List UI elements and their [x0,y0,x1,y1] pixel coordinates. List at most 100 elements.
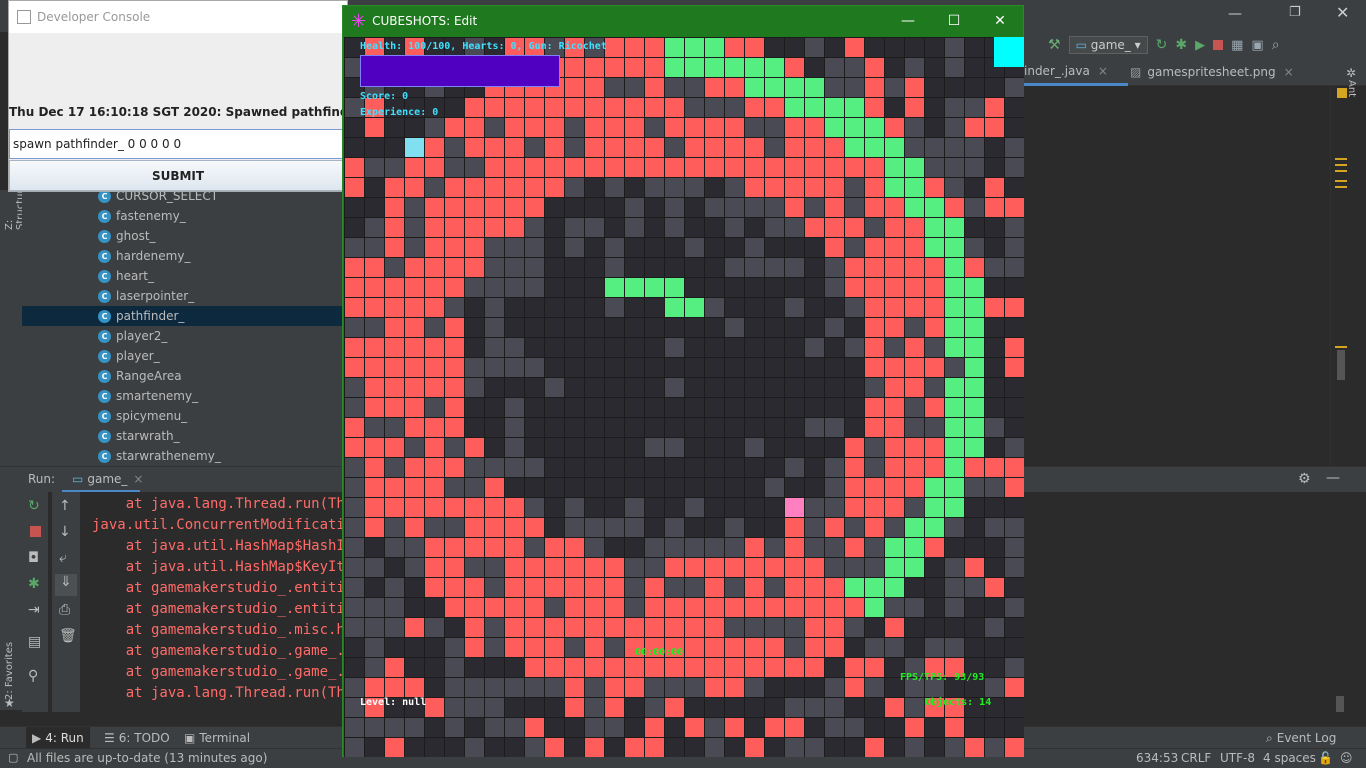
close-icon[interactable]: × [1098,64,1108,78]
grid-cell [885,58,904,77]
grid-cell [805,418,824,437]
grid-cell [445,438,464,457]
tab-todo[interactable]: ☰ 6: TODO [104,727,170,749]
soft-wrap-icon[interactable]: ⤶ [59,550,67,566]
status-message[interactable]: All files are up-to-date (13 minutes ago… [27,751,267,765]
close-icon[interactable]: × [133,472,143,486]
hide-panel-icon[interactable]: — [1326,470,1340,486]
search-everywhere-icon[interactable]: ⌕ [1272,37,1280,53]
grid-cell [545,678,564,697]
stop-icon[interactable] [30,526,41,537]
star-icon[interactable]: ★ [4,696,15,710]
grid-cell [705,638,724,657]
grid-cell [525,258,544,277]
tree-item-ghost[interactable]: Cghost_ [22,226,342,246]
error-stripe[interactable] [1335,170,1347,172]
cursor-position[interactable]: 634:53 [1136,751,1178,765]
tree-item-starwrath[interactable]: Cstarwrath_ [22,426,342,446]
rerun-icon[interactable]: ↻ [1156,37,1168,53]
stop-icon[interactable] [1213,40,1224,50]
grid-cell [1005,178,1024,197]
favorites-tab-label[interactable]: 2: Favorites [4,640,15,700]
line-separator[interactable]: CRLF [1181,751,1211,765]
notification-icon[interactable]: ☺ [1340,751,1353,765]
tree-item-smartenemy[interactable]: Csmartenemy_ [22,386,342,406]
grid-cell [685,458,704,477]
tab-event-log[interactable]: ⌕ Event Log [1266,727,1336,749]
tree-item-rangearea[interactable]: C RangeArea [22,366,342,386]
tree-item-laserpointer[interactable]: Claserpointer_ [22,286,342,306]
project-structure-icon[interactable]: ▦ [1231,38,1243,53]
tree-item-player[interactable]: Cplayer_ [22,346,342,366]
grid-cell [625,218,644,237]
tree-item-fastenemy[interactable]: Cfastenemy_ [22,206,342,226]
file-encoding[interactable]: UTF-8 [1220,751,1255,765]
rerun-icon[interactable]: ↻ [28,498,40,514]
scrollbar-thumb[interactable] [1337,350,1345,380]
lock-icon[interactable]: 🔓 [1318,751,1333,765]
tab-terminal[interactable]: ▣ Terminal [184,727,250,749]
maximize-button[interactable]: ☐ [931,6,977,36]
error-stripe[interactable] [1335,186,1347,188]
ide-restore-icon[interactable]: ❐ [1289,5,1301,20]
ide-minimize-icon[interactable]: — [1228,6,1242,22]
exit-icon[interactable]: ⇥ [28,602,40,618]
indent-setting[interactable]: 4 spaces [1263,751,1316,765]
tab-run[interactable]: ▶ 4: Run [26,727,90,749]
grid-cell [685,538,704,557]
submit-button[interactable]: SUBMIT [9,160,347,191]
code-editor[interactable] [1024,86,1330,466]
error-stripe[interactable] [1335,158,1347,160]
grid-cell [385,298,404,317]
ant-panel-tab[interactable]: ✲ Ant [1346,66,1362,106]
ide-close-icon[interactable]: ✕ [1336,3,1349,22]
grid-cell [865,98,884,117]
close-button[interactable]: ✕ [977,6,1023,36]
console-scrollbar[interactable] [1336,696,1344,712]
error-stripe[interactable] [1335,346,1347,348]
command-input[interactable] [9,129,347,159]
camera-icon[interactable]: ◘ [28,550,39,566]
game-titlebar[interactable]: ✳ CUBESHOTS: Edit — ☐ ✕ [343,6,1023,36]
tree-item-hardenemy[interactable]: Chardenemy_ [22,246,342,266]
build-hammer-icon[interactable]: ⚒ [1048,37,1061,53]
grid-cell [505,478,524,497]
gear-icon[interactable]: ⚙ [1298,471,1311,487]
game-canvas[interactable]: Health: 100/100, Hearts: 0, Gun: Ricoche… [344,37,1024,757]
grid-cell [465,198,484,217]
grid-cell [745,58,764,77]
arrow-down-icon[interactable]: ↓ [59,524,71,540]
grid-cell [465,638,484,657]
devconsole-title: Developer Console [37,10,151,24]
grid-cell [505,298,524,317]
grid-cell [725,578,744,597]
trash-icon[interactable]: 🗑 [59,628,77,644]
tree-item-starwrathenemy[interactable]: Cstarwrathenemy_ [22,446,342,466]
grid-cell [585,498,604,517]
layout-icon[interactable]: ▤ [28,634,41,650]
debug-bug-icon[interactable]: ✱ [1175,37,1187,53]
close-icon[interactable]: × [1284,65,1294,79]
tree-item-player2[interactable]: Cplayer2_ [22,326,342,346]
coverage-icon[interactable]: ▶ [1195,38,1205,53]
grid-cell [605,378,624,397]
print-icon[interactable]: ⎙ [59,602,70,618]
editor-tab[interactable]: ▨ gamespritesheet.png × [1130,58,1294,86]
error-stripe[interactable] [1335,164,1347,166]
grid-cell [465,518,484,537]
pin-icon[interactable]: ⚲ [28,668,38,684]
tree-item-pathfinder[interactable]: Cpathfinder_ [22,306,342,326]
debug-bug-icon[interactable]: ✱ [28,576,40,592]
run-config-select[interactable]: ▭ game_ ▾ [1068,36,1148,54]
minimize-button[interactable]: — [885,6,931,36]
arrow-up-icon[interactable]: ↑ [59,498,71,514]
grid-cell [765,658,784,677]
error-stripe[interactable] [1335,180,1347,182]
scroll-to-end-icon[interactable]: ⇓ [55,574,77,596]
tree-item-heart[interactable]: Cheart_ [22,266,342,286]
terminal-icon[interactable]: ▣ [1251,38,1263,53]
devconsole-titlebar[interactable]: Developer Console [9,1,347,33]
run-tab[interactable]: ▭ game_ × [62,467,143,493]
editor-tab[interactable]: inder_.java × [1024,58,1128,86]
tree-item-spicymenu[interactable]: Cspicymenu_ [22,406,342,426]
